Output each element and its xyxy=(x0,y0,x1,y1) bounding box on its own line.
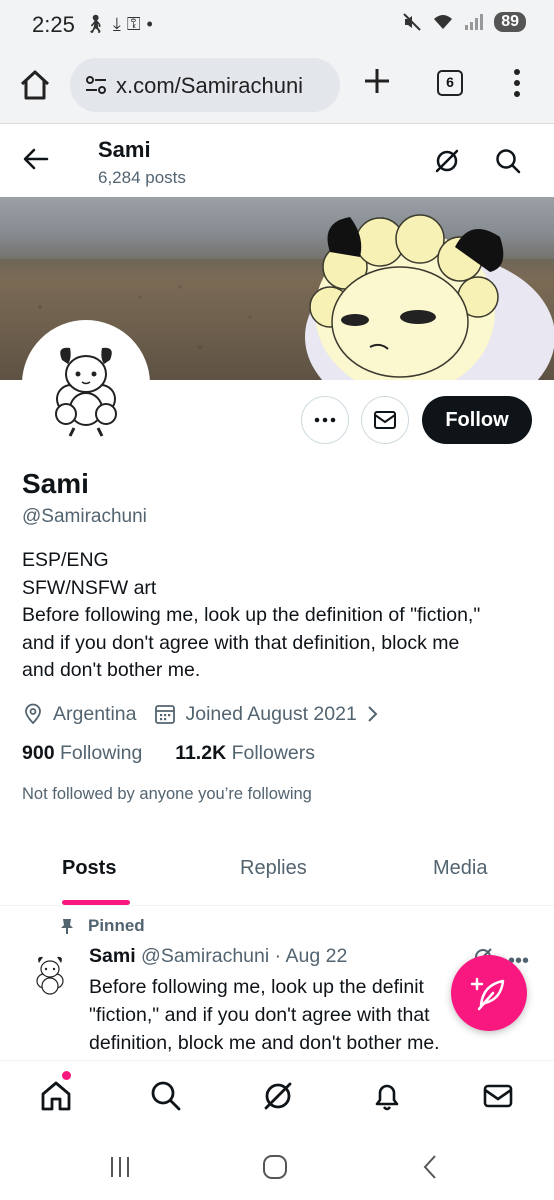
envelope-icon[interactable] xyxy=(481,1079,515,1113)
following-link[interactable]: 900 Following xyxy=(22,742,142,764)
followers-label: Followers xyxy=(231,742,316,764)
active-tab-indicator xyxy=(62,900,130,905)
followers-count: 11.2K xyxy=(175,742,227,764)
profile-joined[interactable]: Joined August 2021 xyxy=(185,703,356,726)
location-pin-icon xyxy=(25,703,41,725)
more-vert-icon[interactable] xyxy=(512,68,522,98)
header-name: Sami xyxy=(98,137,151,162)
search-icon[interactable] xyxy=(494,147,522,175)
profile-tabs: Posts Replies Media xyxy=(0,838,554,906)
home-notification-dot xyxy=(62,1071,71,1080)
profile-name: Sami xyxy=(22,468,89,499)
back-arrow-icon[interactable] xyxy=(22,145,50,173)
battery-indicator: 89 xyxy=(494,12,526,32)
sheep-avatar-image xyxy=(26,324,146,444)
browser-toolbar: x.com/Samirachuni 6 xyxy=(0,52,554,124)
mute-icon xyxy=(403,13,421,31)
download-icon: ⤓ xyxy=(112,14,127,34)
status-time: 2:25 xyxy=(32,12,75,37)
more-options-button[interactable] xyxy=(301,396,349,444)
search-icon[interactable] xyxy=(149,1079,183,1113)
message-button[interactable] xyxy=(361,396,409,444)
wifi-icon xyxy=(434,15,453,29)
followers-link[interactable]: 11.2K Followers xyxy=(175,742,315,764)
more-horiz-icon xyxy=(314,417,336,423)
url-bar[interactable]: x.com/Samirachuni xyxy=(70,58,340,112)
tab-replies[interactable]: Replies xyxy=(240,857,307,880)
tab-switcher-button[interactable]: 6 xyxy=(437,70,463,96)
following-count: 900 xyxy=(22,742,55,764)
status-bar: 2:25 🚶︎⤓⚿• 89 xyxy=(0,0,554,52)
grok-icon[interactable] xyxy=(261,1079,295,1113)
compose-feather-icon xyxy=(470,977,505,1011)
follow-button[interactable]: Follow xyxy=(422,396,532,444)
post-handle[interactable]: @Samirachuni xyxy=(141,945,269,967)
post-text-line: definition, block me and don't bother me… xyxy=(89,1032,440,1054)
compose-post-button[interactable] xyxy=(451,955,527,1031)
recent-apps-icon[interactable] xyxy=(107,1154,133,1180)
system-home-icon[interactable] xyxy=(262,1154,288,1180)
not-followed-text: Not followed by anyone you’re following xyxy=(22,785,312,803)
system-nav-bar xyxy=(0,1132,554,1200)
key-icon: ⚿ xyxy=(126,14,147,34)
bio-line: and don't bother me. xyxy=(22,659,201,681)
site-settings-icon[interactable] xyxy=(84,74,108,96)
sheep-avatar-small xyxy=(36,956,64,995)
profile-bio: ESP/ENG SFW/NSFW art Before following me… xyxy=(22,547,532,685)
dot-icon: • xyxy=(146,14,159,34)
bell-icon[interactable] xyxy=(370,1079,404,1113)
following-label: Following xyxy=(59,742,143,764)
url-text: x.com/Samirachuni xyxy=(116,73,304,98)
tab-posts[interactable]: Posts xyxy=(62,857,116,880)
follow-stats: 900 Following 11.2K Followers xyxy=(22,742,315,765)
post-avatar[interactable] xyxy=(24,948,76,1000)
post-date[interactable]: Aug 22 xyxy=(285,945,347,967)
tab-media[interactable]: Media xyxy=(433,857,487,880)
bio-line: Before following me, look up the definit… xyxy=(22,604,481,626)
calendar-icon xyxy=(155,705,176,724)
header-posts-count: 6,284 posts xyxy=(98,168,186,187)
profile-location: Argentina xyxy=(53,702,137,725)
system-back-icon[interactable] xyxy=(418,1154,444,1180)
pinned-label: Pinned xyxy=(58,916,145,936)
new-tab-icon[interactable] xyxy=(362,66,392,96)
bio-line: ESP/ENG xyxy=(22,549,109,571)
pinned-text: Pinned xyxy=(88,916,145,935)
profile-avatar[interactable] xyxy=(22,320,150,448)
profile-handle: @Samirachuni xyxy=(22,506,147,527)
chevron-right-icon[interactable] xyxy=(363,703,381,725)
profile-header: Sami 6,284 posts xyxy=(0,125,554,197)
profile-meta: Argentina Joined August 2021 xyxy=(22,700,381,728)
signal-icon xyxy=(465,14,484,30)
home-icon[interactable] xyxy=(39,1079,73,1113)
grok-icon[interactable] xyxy=(433,147,461,175)
home-icon[interactable] xyxy=(18,68,52,102)
bio-line: SFW/NSFW art xyxy=(22,576,157,599)
pin-icon xyxy=(61,919,73,934)
bio-line: and if you don't agree with that definit… xyxy=(22,631,460,654)
post-header: Sami @Samirachuni · Aug 22 xyxy=(89,945,348,967)
notification-icons: 🚶︎⤓⚿• xyxy=(84,14,159,35)
envelope-icon xyxy=(374,411,396,429)
post-author[interactable]: Sami xyxy=(89,945,136,967)
walking-icon: 🚶︎ xyxy=(84,14,113,34)
bottom-nav xyxy=(0,1060,554,1132)
